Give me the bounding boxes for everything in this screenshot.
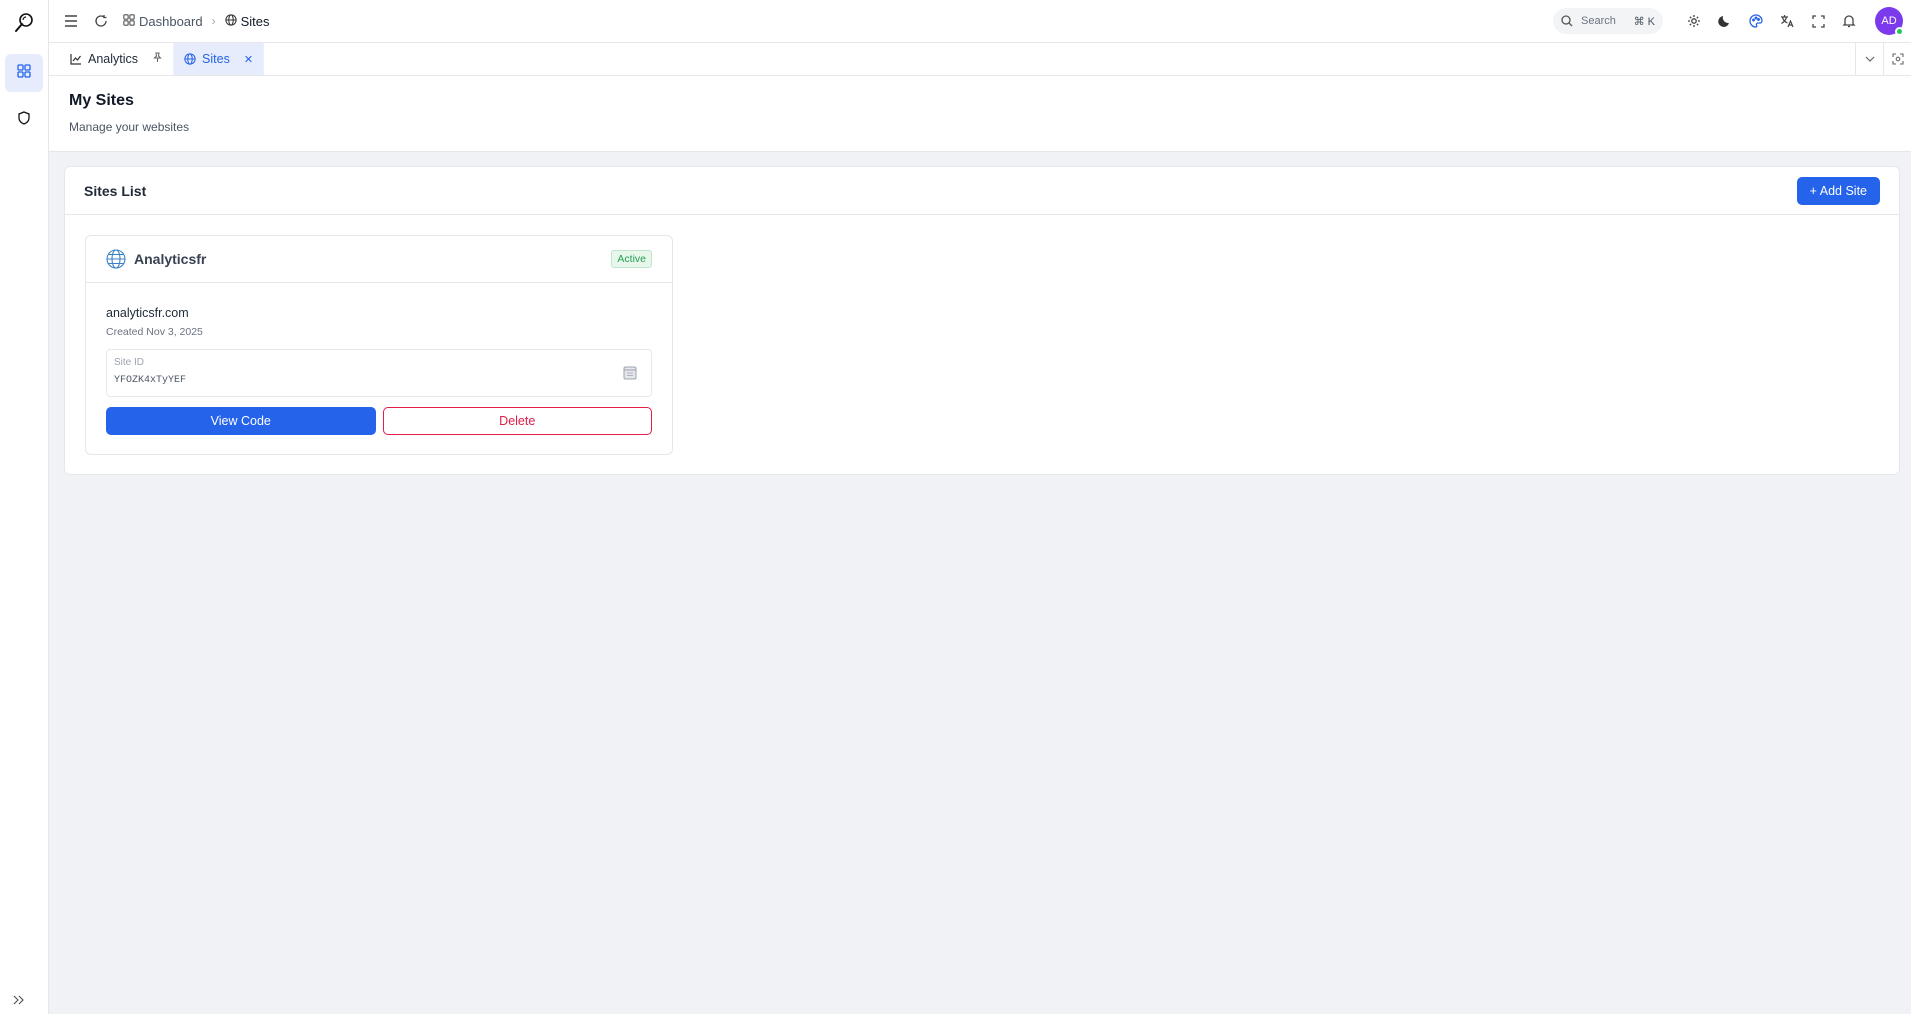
top-header: Dashboard › Sites Search ⌘ K AD: [49, 0, 1911, 43]
sidebar: [0, 0, 49, 1014]
breadcrumb-label: Dashboard: [139, 13, 203, 29]
site-id-field: Site ID YFOZK4xTyYEF: [106, 349, 652, 397]
breadcrumb-label: Sites: [240, 13, 270, 29]
app-logo-icon[interactable]: [10, 10, 38, 36]
globe-icon: [106, 249, 126, 269]
focus-mode-icon[interactable]: [1883, 43, 1911, 75]
sidebar-item-security[interactable]: [5, 101, 43, 139]
site-card: Analyticsfr Active analyticsfr.com Creat…: [85, 235, 673, 455]
site-created-date: Created Nov 3, 2025: [106, 326, 203, 338]
fullscreen-icon[interactable]: [1804, 7, 1832, 35]
settings-icon[interactable]: [1680, 7, 1708, 35]
shield-icon: [17, 110, 31, 130]
page-subtitle: Manage your websites: [69, 120, 190, 134]
site-card-header: Analyticsfr Active: [86, 236, 672, 283]
add-site-button[interactable]: + Add Site: [1796, 176, 1880, 205]
dark-mode-icon[interactable]: [1711, 7, 1739, 35]
sidebar-item-dashboard[interactable]: [5, 54, 43, 92]
tab-analytics[interactable]: Analytics: [49, 43, 175, 75]
breadcrumb-dashboard[interactable]: Dashboard: [123, 14, 203, 29]
tab-label: Analytics: [88, 52, 139, 66]
notification-bell-icon[interactable]: [1835, 7, 1863, 35]
search-input[interactable]: Search ⌘ K: [1553, 8, 1663, 34]
expand-sidebar-icon[interactable]: [9, 992, 29, 1008]
globe-icon: [224, 13, 237, 29]
site-domain: analyticsfr.com: [106, 306, 189, 320]
breadcrumb-sites[interactable]: Sites: [224, 13, 270, 29]
globe-icon: [184, 53, 196, 65]
copy-icon[interactable]: [623, 366, 637, 380]
chevron-down-icon[interactable]: [1855, 43, 1883, 75]
panel-header: Sites List + Add Site: [65, 167, 1899, 215]
dashboard-grid-icon: [123, 13, 135, 29]
menu-icon[interactable]: [57, 7, 85, 35]
site-id-label: Site ID: [114, 357, 145, 368]
search-icon: [1561, 15, 1573, 27]
refresh-icon[interactable]: [87, 7, 115, 35]
site-name: Analyticsfr: [134, 251, 207, 267]
delete-button[interactable]: Delete: [382, 407, 652, 435]
avatar-initials: AD: [1881, 15, 1897, 27]
site-id-value: YFOZK4xTyYEF: [114, 375, 187, 386]
theme-palette-icon[interactable]: [1742, 7, 1770, 35]
panel-title: Sites List: [84, 182, 147, 199]
sites-list-panel: Sites List + Add Site Analyticsfr Active…: [64, 166, 1900, 475]
chart-icon: [70, 53, 82, 65]
page-title: My Sites: [69, 92, 134, 109]
close-icon[interactable]: ✕: [244, 53, 253, 66]
avatar[interactable]: AD: [1875, 7, 1904, 36]
chevron-right-icon: ›: [211, 14, 216, 28]
breadcrumb: Dashboard › Sites: [123, 14, 270, 29]
tab-label: Sites: [202, 52, 230, 66]
online-status-dot: [1895, 27, 1904, 36]
tab-sites[interactable]: Sites ✕: [174, 43, 265, 75]
search-placeholder: Search: [1581, 15, 1616, 27]
pin-icon[interactable]: [152, 52, 163, 66]
translate-icon[interactable]: [1773, 7, 1801, 35]
search-shortcut: ⌘ K: [1633, 15, 1655, 28]
page-header: My Sites Manage your websites: [49, 76, 1911, 152]
dashboard-grid-icon: [17, 63, 31, 83]
tab-bar: Analytics Sites ✕: [49, 43, 1911, 76]
status-badge: Active: [611, 250, 652, 268]
view-code-button[interactable]: View Code: [106, 407, 376, 435]
